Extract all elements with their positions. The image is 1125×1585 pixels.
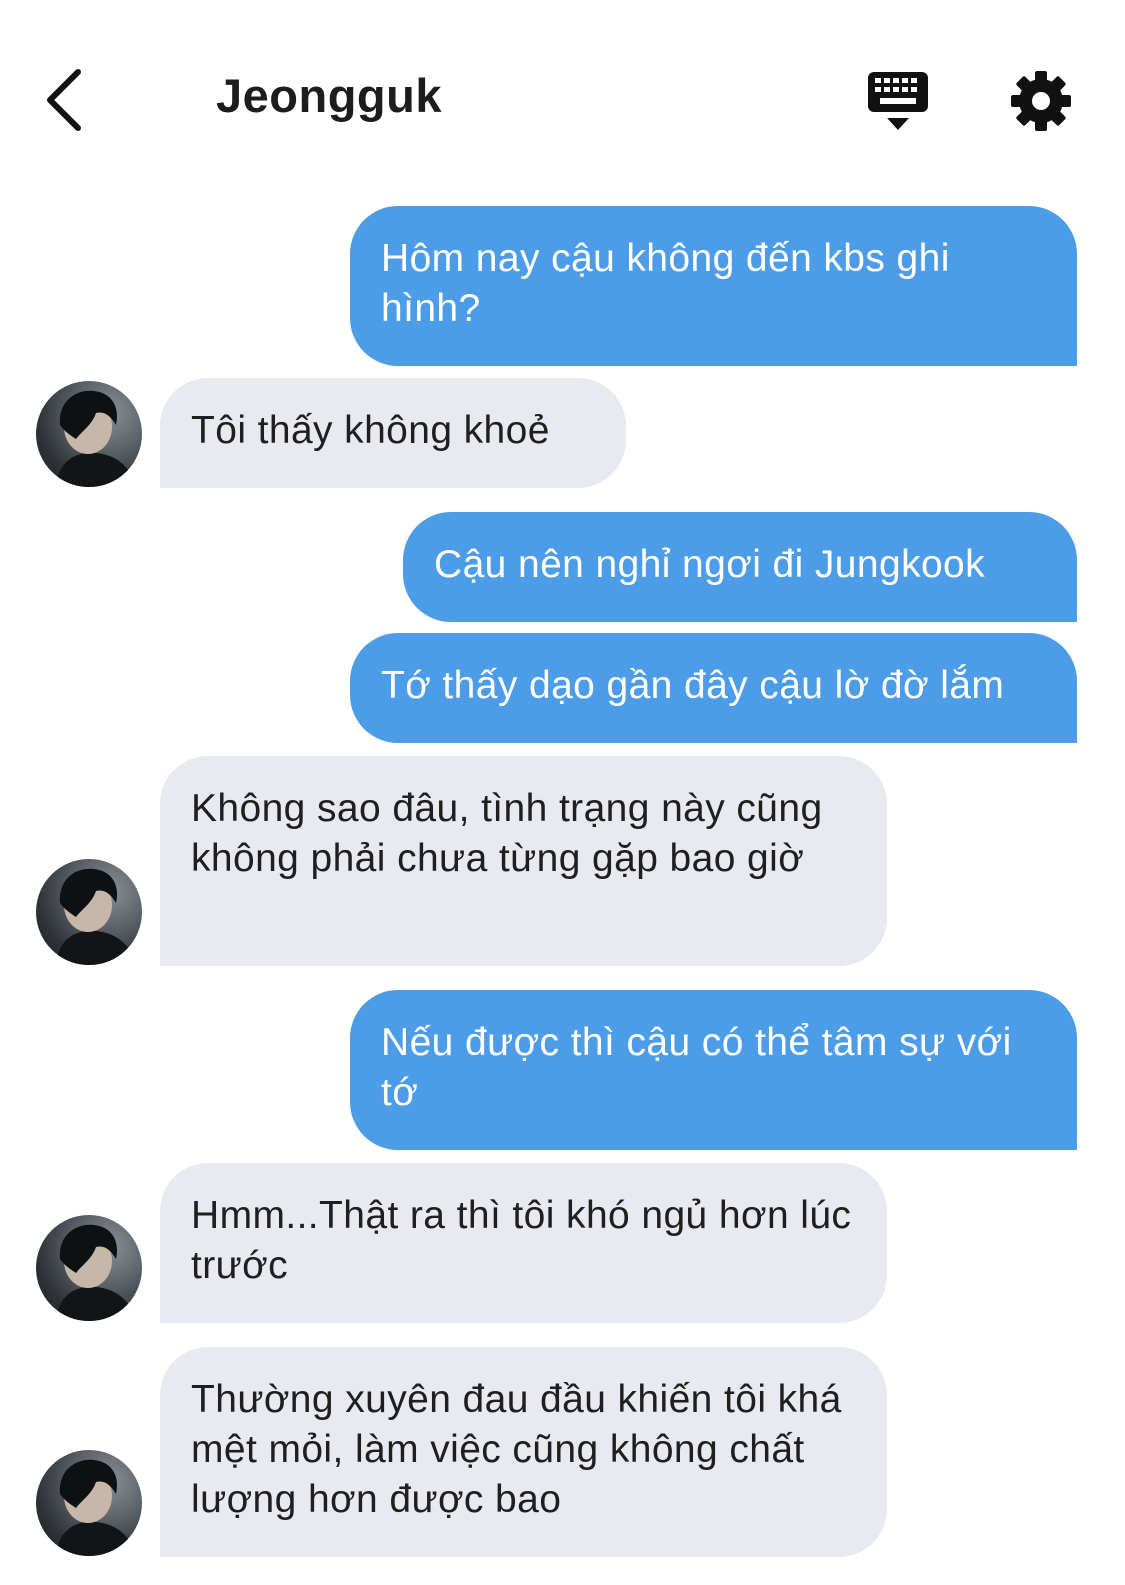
outgoing-message[interactable]: Nếu được thì cậu có thể tâm sự với tớ — [350, 990, 1077, 1150]
outgoing-message[interactable]: Tớ thấy dạo gần đây cậu lờ đờ lắm — [350, 633, 1077, 743]
incoming-message[interactable]: Tôi thấy không khoẻ — [160, 378, 626, 488]
contact-avatar[interactable] — [36, 1215, 142, 1321]
incoming-message[interactable]: Hmm...Thật ra thì tôi khó ngủ hơn lúc tr… — [160, 1163, 887, 1323]
outgoing-message[interactable]: Cậu nên nghỉ ngơi đi Jungkook — [403, 512, 1077, 622]
contact-avatar[interactable] — [36, 381, 142, 487]
outgoing-message[interactable]: Hôm nay cậu không đến kbs ghi hình? — [350, 206, 1077, 366]
contact-avatar[interactable] — [36, 1450, 142, 1556]
incoming-message[interactable]: Không sao đâu, tình trạng này cũng không… — [160, 756, 887, 966]
contact-avatar[interactable] — [36, 859, 142, 965]
message-list[interactable]: Hôm nay cậu không đến kbs ghi hình? Tôi … — [0, 0, 1125, 1585]
incoming-message[interactable]: Thường xuyên đau đầu khiến tôi khá mệt m… — [160, 1347, 887, 1557]
